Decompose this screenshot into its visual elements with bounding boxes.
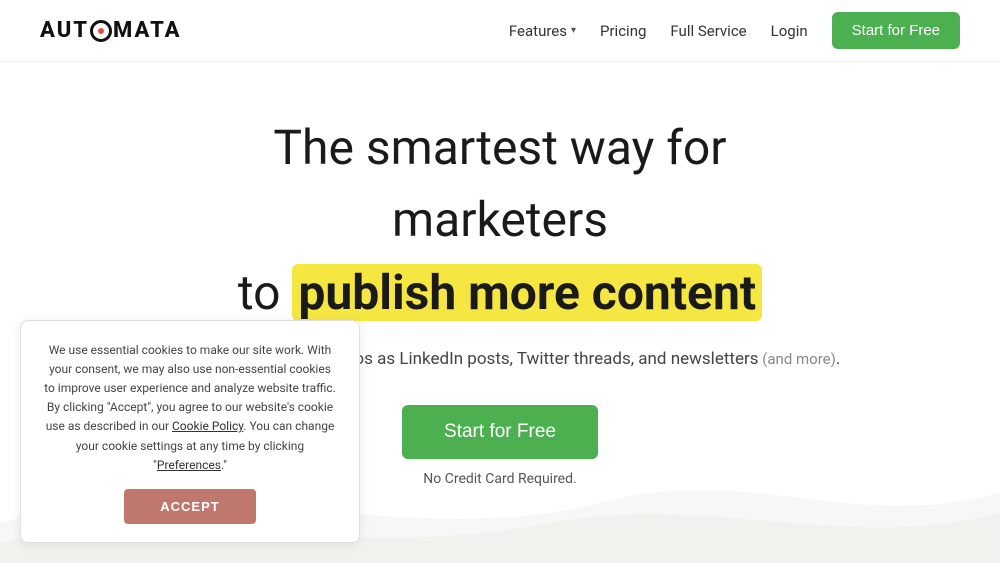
hero-subtitle-end: .: [836, 349, 840, 369]
hero-title-line1: The smartest way for: [273, 117, 726, 179]
logo-icon: [90, 20, 112, 42]
hero-title-line2: marketers: [392, 189, 608, 251]
cookie-policy-link[interactable]: Cookie Policy: [172, 419, 243, 433]
logo: AUT MATA: [40, 18, 182, 43]
chevron-down-icon: ▾: [571, 25, 576, 36]
hero-subtitle-more: (and more): [759, 350, 836, 368]
nav-full-service[interactable]: Full Service: [670, 22, 746, 40]
nav-features[interactable]: Features ▾: [509, 22, 576, 40]
cookie-text: We use essential cookies to make our sit…: [43, 341, 337, 475]
nav-pricing[interactable]: Pricing: [600, 22, 646, 40]
header: AUT MATA Features ▾ Pricing Full Service…: [0, 0, 1000, 62]
preferences-link[interactable]: Preferences: [157, 458, 221, 472]
logo-text-after: MATA: [113, 18, 181, 43]
hero-title-line3-prefix: to: [238, 264, 293, 321]
hero-title-line3: to publish more content: [238, 262, 762, 324]
no-credit-card-text: No Credit Card Required.: [423, 471, 576, 487]
nav-start-free-button[interactable]: Start for Free: [832, 12, 960, 49]
accept-button[interactable]: ACCEPT: [124, 489, 255, 524]
hero-start-free-button[interactable]: Start for Free: [402, 405, 598, 459]
main-nav: Features ▾ Pricing Full Service Login St…: [509, 12, 960, 49]
hero-highlight: publish more content: [292, 264, 762, 321]
nav-login[interactable]: Login: [771, 22, 808, 40]
cookie-banner: We use essential cookies to make our sit…: [20, 320, 360, 543]
logo-text-before: AUT: [40, 18, 89, 43]
